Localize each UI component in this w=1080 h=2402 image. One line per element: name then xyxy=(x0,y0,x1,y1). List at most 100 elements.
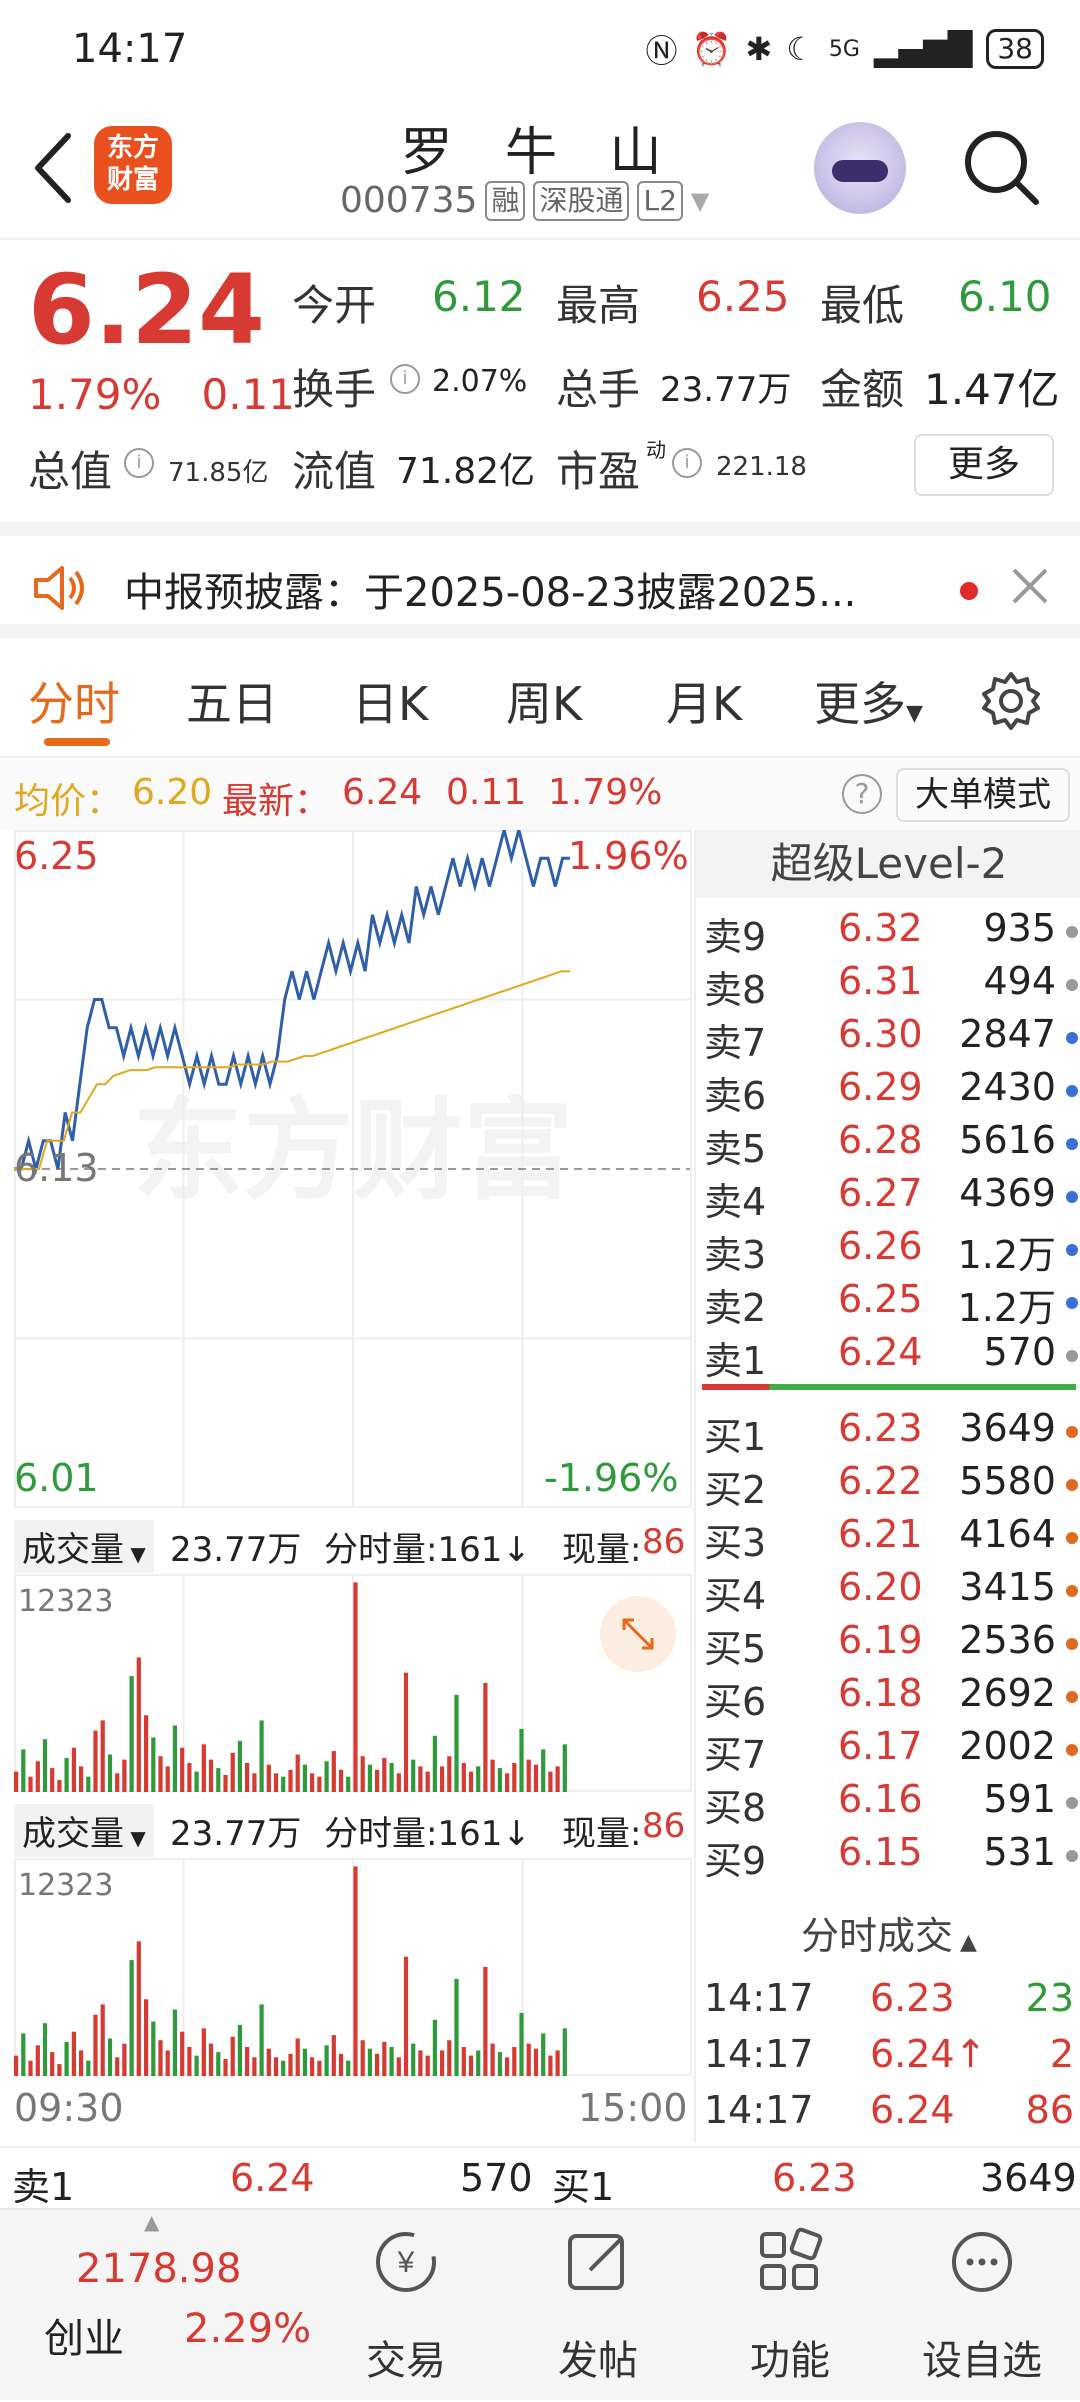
volume-bar xyxy=(461,2047,466,2076)
sell-row[interactable]: 卖2 6.25 1.2万 xyxy=(704,1277,1080,1331)
nav-watchlist[interactable]: 设自选 xyxy=(892,2210,1072,2402)
volume-chart-2[interactable]: 12323 xyxy=(14,1858,692,2076)
sell-volume: 935 xyxy=(983,906,1056,950)
volume-bar xyxy=(64,1757,69,1792)
volume-chart[interactable]: 12323 xyxy=(14,1574,692,1792)
status-bar: 14:17 Ⓝ ⏰ ✱ ☾ 5G ▂▄▆█ 38 xyxy=(0,0,1080,100)
volume-bar xyxy=(375,1769,380,1792)
volume-bar xyxy=(396,1773,401,1792)
x-end-label: 15:00 xyxy=(578,2086,688,2130)
sell-row[interactable]: 卖4 6.27 4369 xyxy=(704,1171,1080,1225)
buy-row[interactable]: 买3 6.21 4164 xyxy=(704,1512,1080,1566)
nav-functions[interactable]: 功能 xyxy=(700,2210,880,2402)
volume-dropdown[interactable]: 成交量 ▼ xyxy=(14,1520,154,1573)
volume-bar xyxy=(288,1769,293,1792)
tick-volume: 23 xyxy=(1025,1976,1074,2020)
tag-level2: L2 xyxy=(637,180,683,221)
volume-bar xyxy=(259,1720,264,1792)
tab-intraday[interactable]: 分时 xyxy=(28,668,120,734)
more-button[interactable]: 更多 xyxy=(914,434,1054,496)
sell-price: 6.29 xyxy=(838,1065,923,1109)
sell-row[interactable]: 卖1 6.24 570 xyxy=(704,1330,1080,1384)
volume-bar xyxy=(136,1657,141,1792)
expand-icon[interactable] xyxy=(600,1596,676,1672)
volume-bar xyxy=(483,1682,488,1792)
volume-bar xyxy=(100,1720,105,1792)
buy-row[interactable]: 买9 6.15 531 xyxy=(704,1830,1080,1884)
status-icons: Ⓝ ⏰ ✱ ☾ 5G ▂▄▆█ 38 xyxy=(646,26,1044,72)
latest-pct: 1.79% xyxy=(548,772,663,813)
tab-more[interactable]: 更多▼ xyxy=(814,668,923,734)
level2-title[interactable]: 超级Level-2 xyxy=(696,830,1080,898)
nav-post-label: 发帖 xyxy=(558,2338,638,2384)
tab-weekly[interactable]: 周K xyxy=(506,668,582,734)
open-label: 今开 xyxy=(292,281,377,330)
info-icon[interactable]: i xyxy=(124,448,154,478)
volume-bar xyxy=(432,1735,437,1792)
buy-price: 6.17 xyxy=(838,1724,923,1768)
tab-monthly[interactable]: 月K xyxy=(666,668,742,734)
buy-row[interactable]: 买6 6.18 2692 xyxy=(704,1671,1080,1725)
volume-bar xyxy=(165,2050,170,2076)
volume-bar xyxy=(317,1776,322,1792)
sell-dot xyxy=(1066,1297,1078,1309)
announcement-bar[interactable]: 中报预披露：于2025-08-23披露2025... xyxy=(0,522,1080,638)
sell-row[interactable]: 卖8 6.31 494 xyxy=(704,959,1080,1013)
avg-label: 均价： xyxy=(14,781,123,822)
robot-avatar[interactable] xyxy=(814,122,906,214)
sell-row[interactable]: 卖3 6.26 1.2万 xyxy=(704,1224,1080,1278)
sell-row[interactable]: 卖7 6.30 2847 xyxy=(704,1012,1080,1066)
volume-bar xyxy=(71,2031,76,2076)
gear-icon[interactable] xyxy=(980,670,1042,732)
stock-code-row[interactable]: 000735 融 深股通 L2 ▼ xyxy=(340,180,709,221)
volume-bar xyxy=(273,2057,279,2076)
close-icon[interactable] xyxy=(1010,566,1050,606)
nav-watchlist-label: 设自选 xyxy=(922,2338,1042,2384)
big-order-mode-button[interactable]: 大单模式 xyxy=(896,768,1070,822)
buy-row[interactable]: 买1 6.23 3649 xyxy=(704,1406,1080,1460)
sell-row[interactable]: 卖9 6.32 935 xyxy=(704,906,1080,960)
volume-bar xyxy=(483,1966,488,2076)
volume-bar xyxy=(187,2047,192,2076)
volume-bar xyxy=(281,2060,286,2076)
sell-price: 6.24 xyxy=(838,1330,923,1374)
intraday-chart[interactable]: 东方财富 6.25 1.96% 6.13 6.01 -1.96% xyxy=(14,824,692,1508)
volume-bar xyxy=(180,2031,185,2076)
sell-volume: 2430 xyxy=(959,1065,1056,1109)
buy-level-label: 买4 xyxy=(704,1574,767,1618)
volume-header: 成交量 ▼ 23.77万 分时量:161↓ 现量: 86 xyxy=(14,1512,692,1573)
volume-dropdown-2[interactable]: 成交量 ▼ xyxy=(14,1804,154,1857)
info-icon[interactable]: i xyxy=(672,448,702,478)
buy-row[interactable]: 买4 6.20 3415 xyxy=(704,1565,1080,1619)
buy-dot xyxy=(1066,1691,1078,1703)
tab-5day[interactable]: 五日 xyxy=(186,668,278,734)
ticks-title[interactable]: 分时成交 ▲ xyxy=(696,1906,1080,1966)
volume-bar xyxy=(519,2012,524,2076)
buy-level-label: 买1 xyxy=(704,1415,767,1459)
tab-daily[interactable]: 日K xyxy=(352,668,428,734)
volume-bar xyxy=(14,2055,19,2076)
minute-volume-2: 分时量:161↓ xyxy=(324,1814,531,1854)
buy-price: 6.18 xyxy=(838,1671,923,1715)
buy-row[interactable]: 买7 6.17 2002 xyxy=(704,1724,1080,1778)
volume-bar xyxy=(360,1756,365,1792)
volume-bar xyxy=(562,1744,567,1792)
buy-row[interactable]: 买8 6.16 591 xyxy=(704,1777,1080,1831)
tick-price: 6.24↑ xyxy=(870,2032,987,2076)
volume-bar xyxy=(425,1771,430,1792)
nav-post[interactable]: 发帖 xyxy=(508,2210,688,2402)
volume-bar xyxy=(50,1768,55,1792)
index-ticker[interactable]: ▲ 2178.98 创业 2.29% xyxy=(40,2210,311,2402)
volume-bar xyxy=(526,1759,531,1792)
help-icon[interactable]: ? xyxy=(842,774,882,814)
high-label: 最高 xyxy=(556,281,641,330)
info-icon[interactable]: i xyxy=(390,364,420,394)
buy-row[interactable]: 买5 6.19 2536 xyxy=(704,1618,1080,1672)
buy-row[interactable]: 买2 6.22 5580 xyxy=(704,1459,1080,1513)
volume-bar xyxy=(158,2040,163,2076)
sell-row[interactable]: 卖6 6.29 2430 xyxy=(704,1065,1080,1119)
nav-trade[interactable]: ¥ 交易 xyxy=(316,2210,496,2402)
search-icon[interactable] xyxy=(960,126,1044,210)
volume-bar xyxy=(136,1941,141,2076)
sell-row[interactable]: 卖5 6.28 5616 xyxy=(704,1118,1080,1172)
